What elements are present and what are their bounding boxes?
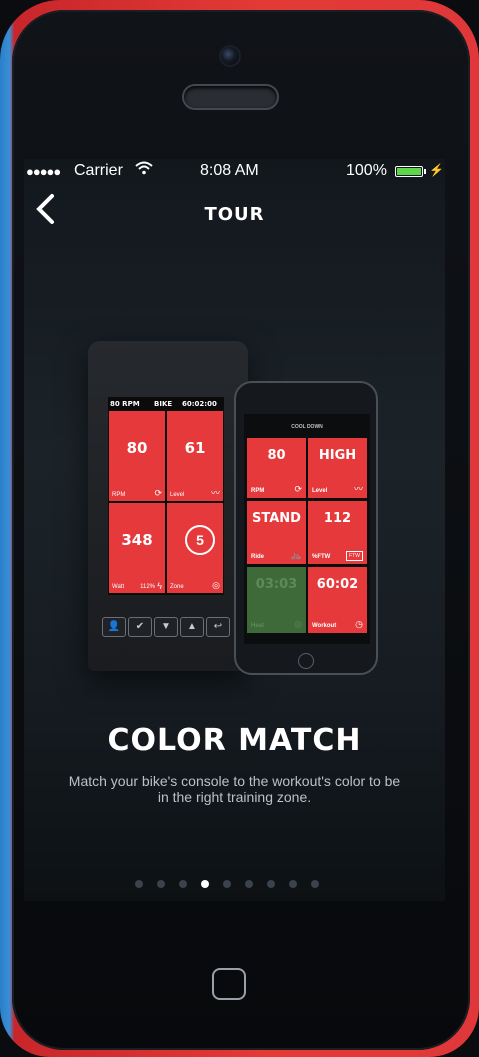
charging-icon: ⚡ <box>429 163 444 177</box>
console-header: 80 RPM BIKE 60:02:00 <box>108 397 224 410</box>
wifi-icon <box>135 161 153 179</box>
tile-extra: 112% <box>140 584 155 590</box>
graph-icon: 〰 <box>210 488 220 498</box>
battery-icon <box>395 166 423 177</box>
check-icon: ✔ <box>128 617 152 637</box>
ftw-badge: FTW <box>346 551 363 561</box>
tile-label: Watt <box>112 584 125 590</box>
console-rpm: 80 RPM <box>110 400 140 408</box>
status-bar: ●●●●● Carrier 8:08 AM 100% ⚡ <box>24 159 445 185</box>
front-camera <box>221 47 239 65</box>
battery-nub <box>424 169 426 174</box>
home-button[interactable] <box>212 968 246 1000</box>
page-dot[interactable] <box>201 880 209 888</box>
graph-icon: 〰 <box>353 484 363 494</box>
earpiece-speaker <box>184 86 277 108</box>
mini-tile-heat: 03:03 Heat ◎ <box>247 567 306 633</box>
down-icon: ▼ <box>154 617 178 637</box>
page-dot[interactable] <box>157 880 165 888</box>
tile-label: Level <box>170 492 185 498</box>
console-tile-rpm: 80 RPM ⟳ <box>109 411 165 501</box>
tile-value: 348 <box>121 531 153 549</box>
tile-label: RPM <box>251 488 265 494</box>
mini-title: COOL DOWN <box>291 424 323 430</box>
console-tile-level: 61 Level 〰 <box>167 411 223 501</box>
console-mode: BIKE <box>154 400 173 408</box>
bolt-icon: ϟ <box>157 581 162 591</box>
console-time: 60:02:00 <box>182 400 217 408</box>
mini-tile-ride: STAND Ride 🚲 <box>247 501 306 564</box>
tile-label: Level <box>312 488 328 494</box>
up-icon: ▲ <box>180 617 204 637</box>
console-tile-watt: 348 Watt 112% ϟ <box>109 503 165 593</box>
zone-ring: 5 <box>185 525 215 555</box>
mini-home-button <box>298 653 314 669</box>
mini-tile-level: HIGH Level 〰 <box>308 438 367 498</box>
carrier-name: Carrier <box>74 162 123 179</box>
page-dot[interactable] <box>311 880 319 888</box>
page-indicator[interactable] <box>135 880 335 890</box>
tile-label: Heat <box>251 623 265 629</box>
tile-value: 61 <box>184 439 206 457</box>
status-time: 8:08 AM <box>200 162 259 179</box>
page-dot[interactable] <box>223 880 231 888</box>
tile-value: STAND <box>252 511 301 526</box>
return-icon: ↩ <box>206 617 230 637</box>
tile-value: 112 <box>323 511 352 526</box>
battery-percent: 100% <box>346 162 387 179</box>
phone-illustration: COOL DOWN 80 RPM ⟳ HIGH Level 〰 STAND Ri… <box>234 381 378 675</box>
signal-strength: ●●●●● <box>26 164 61 179</box>
tile-label: Ride <box>251 554 265 560</box>
mini-tile-rpm: 80 RPM ⟳ <box>247 438 306 498</box>
tile-value: 03:03 <box>255 577 298 592</box>
bike-console-illustration: 80 RPM BIKE 60:02:00 80 RPM ⟳ 61 Level 〰… <box>88 341 248 671</box>
tile-label: %FTW <box>312 554 331 560</box>
page-dot[interactable] <box>245 880 253 888</box>
tile-value: 60:02 <box>316 577 359 592</box>
tile-label: Workout <box>312 623 337 629</box>
tile-value: 80 <box>267 448 286 463</box>
timer-icon: ◎ <box>294 619 302 629</box>
page-title: TOUR <box>204 204 265 225</box>
mini-phone-screen: COOL DOWN 80 RPM ⟳ HIGH Level 〰 STAND Ri… <box>244 414 370 644</box>
page-dot[interactable] <box>289 880 297 888</box>
page-dot[interactable] <box>135 880 143 888</box>
mini-tile-ftw: 112 %FTW FTW <box>308 501 367 564</box>
page-dot[interactable] <box>267 880 275 888</box>
bike-icon: 🚲 <box>290 550 302 560</box>
console-buttons: 👤 ✔ ▼ ▲ ↩ <box>102 617 232 637</box>
app-screen: ●●●●● Carrier 8:08 AM 100% ⚡ TOUR 80 RPM… <box>24 159 445 901</box>
tile-value: HIGH <box>318 448 357 463</box>
tour-description: Match your bike's console to the workout… <box>68 773 401 805</box>
tile-label: Zone <box>170 584 184 590</box>
battery-fill <box>397 168 421 175</box>
target-icon: ◎ <box>212 580 220 590</box>
navigation-bar: TOUR <box>24 185 445 243</box>
user-icon: 👤 <box>102 617 126 637</box>
refresh-icon: ⟳ <box>294 484 302 494</box>
tour-headline: COLOR MATCH <box>107 723 362 758</box>
tile-value: 80 <box>126 439 148 457</box>
page-dot[interactable] <box>179 880 187 888</box>
refresh-icon: ⟳ <box>154 488 162 498</box>
console-tile-zone: 5 Zone ◎ <box>167 503 223 593</box>
clock-icon: ◷ <box>355 619 363 629</box>
tile-label: RPM <box>112 492 126 498</box>
console-screen: 80 RPM BIKE 60:02:00 80 RPM ⟳ 61 Level 〰… <box>108 397 224 595</box>
mini-tile-workout: 60:02 Workout ◷ <box>308 567 367 633</box>
